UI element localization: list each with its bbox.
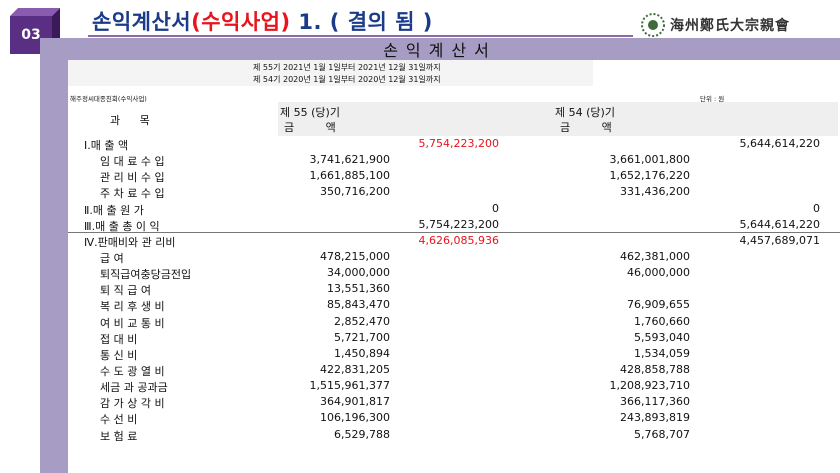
income-statement-table: Ⅰ.매 출 액 5,754,223,200 5,644,614,220 임 대 료 수… — [68, 136, 840, 443]
row-label: Ⅳ.판매비와 관 리비 — [84, 235, 176, 249]
prior-amount-header: 금 액 — [560, 121, 626, 134]
title-underline — [88, 35, 633, 37]
current-item-amount: 6,529,788 — [334, 427, 390, 441]
row-label: Ⅲ.매 출 총 이 익 — [84, 219, 160, 233]
row-label: 수 선 비 — [100, 413, 138, 427]
prior-item-amount: 1,534,059 — [634, 346, 690, 360]
item-row: 통 신 비 1,450,894 1,534,059 — [68, 346, 840, 362]
prior-item-amount: 1,208,923,710 — [609, 379, 690, 393]
current-item-amount: 34,000,000 — [327, 266, 390, 280]
section-row: Ⅳ.판매비와 관 리비 4,626,085,936 4,457,689,071 — [68, 233, 840, 249]
row-label: 퇴직급여충당금전입 — [100, 268, 192, 282]
current-item-amount: 422,831,205 — [320, 362, 390, 376]
row-label: 급 여 — [100, 251, 124, 265]
item-row: 임 대 료 수 입 3,741,621,900 3,661,001,800 — [68, 152, 840, 168]
current-period-header: 제 55 (당)기 — [280, 106, 340, 119]
prior-total-amount: 5,644,614,220 — [739, 217, 820, 231]
current-item-amount: 2,852,470 — [334, 314, 390, 328]
row-label: 세금 과 공과금 — [100, 381, 168, 395]
prior-total-amount: 4,457,689,071 — [739, 233, 820, 247]
row-label: 관 리 비 수 입 — [100, 171, 165, 185]
item-row: 수 선 비 106,196,300 243,893,819 — [68, 410, 840, 426]
prior-item-amount: 46,000,000 — [627, 266, 690, 280]
prior-item-amount: 76,909,655 — [627, 298, 690, 312]
item-row: 관 리 비 수 입 1,661,885,100 1,652,176,220 — [68, 168, 840, 184]
section-row: Ⅰ.매 출 액 5,754,223,200 5,644,614,220 — [68, 136, 840, 152]
row-label: 감 가 상 각 비 — [100, 397, 165, 411]
prior-item-amount: 5,593,040 — [634, 330, 690, 344]
period-prior: 제 54기 2020년 1월 1일부터 2020년 12월 31일까지 — [253, 75, 441, 84]
prior-period-header: 제 54 (당)기 — [555, 106, 615, 119]
company-name: 해주정씨대종친회(수익사업) — [70, 95, 147, 103]
organization: 海州鄭氏大宗親會 — [640, 12, 790, 38]
item-row: 복 리 후 생 비 85,843,470 76,909,655 — [68, 297, 840, 313]
item-row: 세금 과 공과금 1,515,961,377 1,208,923,710 — [68, 378, 840, 394]
statement-title: 손익계산서 — [40, 38, 840, 60]
prior-item-amount: 366,117,360 — [620, 395, 690, 409]
current-item-amount: 1,661,885,100 — [309, 169, 390, 183]
prior-item-amount: 1,652,176,220 — [609, 169, 690, 183]
current-item-amount: 85,843,470 — [327, 298, 390, 312]
current-item-amount: 5,721,700 — [334, 330, 390, 344]
current-total-amount: 5,754,223,200 — [418, 137, 499, 150]
item-row: 수 도 광 열 비 422,831,205 428,858,788 — [68, 362, 840, 378]
subject-header: 과 목 — [110, 114, 158, 127]
prior-total-amount: 0 — [813, 201, 820, 215]
row-label: 접 대 비 — [100, 332, 138, 346]
row-label: Ⅱ.매 출 원 가 — [84, 203, 144, 217]
current-item-amount: 3,741,621,900 — [309, 153, 390, 167]
current-item-amount: 1,515,961,377 — [309, 379, 390, 393]
prior-item-amount: 5,768,707 — [634, 427, 690, 441]
current-total-amount: 5,754,223,200 — [418, 217, 499, 231]
item-row: 퇴직급여충당금전입 34,000,000 46,000,000 — [68, 265, 840, 281]
current-item-amount: 350,716,200 — [320, 185, 390, 199]
period-current: 제 55기 2021년 1월 1일부터 2021년 12월 31일까지 — [253, 63, 441, 72]
current-item-amount: 478,215,000 — [320, 249, 390, 263]
prior-item-amount: 331,436,200 — [620, 185, 690, 199]
item-row: 주 차 료 수 입 350,716,200 331,436,200 — [68, 184, 840, 200]
row-label: 통 신 비 — [100, 348, 138, 362]
row-label: 수 도 광 열 비 — [100, 364, 165, 378]
current-item-amount: 1,450,894 — [334, 346, 390, 360]
item-row: 급 여 478,215,000 462,381,000 — [68, 249, 840, 265]
current-item-amount: 364,901,817 — [320, 395, 390, 409]
section-row: Ⅱ.매 출 원 가 0 0 — [68, 201, 840, 217]
prior-item-amount: 462,381,000 — [620, 249, 690, 263]
slide-title-highlight: (수익사업) — [191, 10, 291, 34]
prior-item-amount: 1,760,660 — [634, 314, 690, 328]
row-label: 보 험 료 — [100, 429, 138, 443]
slide-title-main: 손익계산서 — [92, 10, 192, 34]
organization-name: 海州鄭氏大宗親會 — [670, 18, 790, 34]
row-label: Ⅰ.매 출 액 — [84, 139, 129, 152]
row-label: 임 대 료 수 입 — [100, 155, 165, 169]
prior-item-amount: 3,661,001,800 — [609, 153, 690, 167]
left-band — [40, 38, 68, 473]
row-label: 여 비 교 통 비 — [100, 316, 165, 330]
item-row: 퇴 직 급 여 13,551,360 — [68, 281, 840, 297]
prior-total-amount: 5,644,614,220 — [739, 137, 820, 150]
prior-item-amount: 428,858,788 — [620, 362, 690, 376]
item-row: 여 비 교 통 비 2,852,470 1,760,660 — [68, 314, 840, 330]
clan-emblem-icon — [641, 13, 665, 37]
item-row: 접 대 비 5,721,700 5,593,040 — [68, 330, 840, 346]
row-label: 주 차 료 수 입 — [100, 187, 165, 201]
item-row: 보 험 료 6,529,788 5,768,707 — [68, 427, 840, 443]
row-label: 퇴 직 급 여 — [100, 284, 151, 298]
item-row: 감 가 상 각 비 364,901,817 366,117,360 — [68, 394, 840, 410]
prior-item-amount: 243,893,819 — [620, 411, 690, 425]
current-amount-header: 금 액 — [284, 121, 350, 134]
current-item-amount: 13,551,360 — [327, 282, 390, 296]
section-row: Ⅲ.매 출 총 이 익 5,754,223,200 5,644,614,220 — [68, 217, 840, 233]
slide-title: 손익계산서(수익사업) 1. ( 결의 됨 ) — [92, 6, 433, 36]
row-label: 복 리 후 생 비 — [100, 300, 165, 314]
current-total-amount: 4,626,085,936 — [418, 233, 499, 247]
current-total-amount: 0 — [492, 201, 499, 215]
current-item-amount: 106,196,300 — [320, 411, 390, 425]
slide-title-suffix: 1. ( 결의 됨 ) — [290, 10, 433, 34]
